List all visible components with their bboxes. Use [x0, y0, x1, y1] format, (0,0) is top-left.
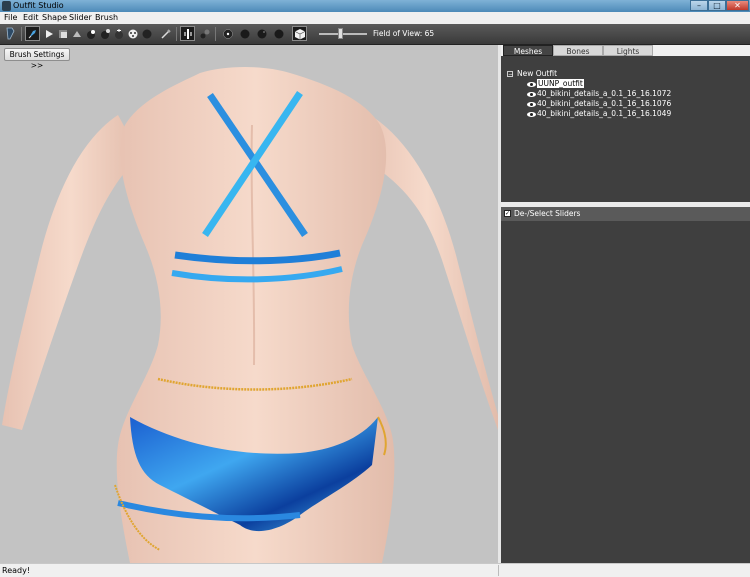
title-bar: Outfit Studio – □ ✕	[0, 0, 750, 12]
minimize-button[interactable]: –	[690, 0, 708, 11]
eye-icon[interactable]	[527, 111, 536, 117]
maximize-button[interactable]: □	[708, 0, 726, 11]
fov-slider-thumb[interactable]	[338, 28, 343, 39]
app-icon	[2, 1, 11, 11]
texture-icon[interactable]	[237, 26, 252, 41]
tree-expander[interactable]: −	[507, 71, 513, 78]
tree-item-mesh[interactable]: 40_bikini_details_a_0.1_16_16.1072	[527, 89, 671, 98]
window-title: Outfit Studio	[13, 1, 64, 10]
eye-icon[interactable]	[527, 81, 536, 87]
smooth-icon[interactable]	[41, 26, 56, 41]
3d-viewport[interactable]: Brush Settings >>	[0, 45, 498, 563]
eye-icon[interactable]	[527, 101, 536, 107]
transform-icon[interactable]	[158, 26, 173, 41]
shade-icon[interactable]	[271, 26, 286, 41]
alpha-icon[interactable]	[125, 26, 140, 41]
status-divider	[498, 565, 499, 576]
status-text: Ready!	[2, 566, 31, 575]
eye-icon[interactable]	[527, 91, 536, 97]
tree-root[interactable]: New Outfit	[517, 69, 557, 78]
select-icon[interactable]	[3, 26, 18, 41]
menu-file[interactable]: File	[4, 12, 17, 24]
mesh-tree[interactable]: − New Outfit UUNP_outfit 40_bikini_detai…	[501, 56, 750, 202]
mesh-label: 40_bikini_details_a_0.1_16_16.1076	[537, 99, 672, 108]
close-button[interactable]: ✕	[726, 0, 749, 11]
brush-settings-button[interactable]: Brush Settings >>	[4, 48, 70, 70]
sliders-header-label: De-/Select Sliders	[514, 209, 581, 218]
color-icon[interactable]	[111, 26, 126, 41]
wireframe-icon[interactable]	[197, 26, 212, 41]
panel-tabs: Meshes Bones Lights	[501, 45, 750, 56]
inflate-icon[interactable]	[55, 26, 70, 41]
tab-bones[interactable]: Bones	[553, 45, 603, 56]
menu-brush[interactable]: Brush	[95, 12, 118, 24]
tree-item-mesh[interactable]: 40_bikini_details_a_0.1_16_16.1076	[527, 99, 671, 108]
tree-item-mesh[interactable]: 40_bikini_details_a_0.1_16_16.1049	[527, 109, 671, 118]
tree-item-mesh[interactable]: UUNP_outfit	[527, 79, 584, 88]
fov-slider-track[interactable]	[319, 33, 367, 35]
mesh-label: 40_bikini_details_a_0.1_16_16.1072	[537, 89, 672, 98]
vertex-icon[interactable]	[254, 26, 269, 41]
mesh-label: UUNP_outfit	[537, 79, 584, 88]
sliders-list[interactable]	[501, 221, 750, 563]
pivot-icon[interactable]	[180, 26, 195, 41]
menu-shape[interactable]: Shape	[42, 12, 67, 24]
tab-lights[interactable]: Lights	[603, 45, 653, 56]
right-panel: Meshes Bones Lights − New Outfit UUNP_ou…	[501, 45, 750, 563]
character-model[interactable]	[0, 45, 498, 563]
weight-icon[interactable]	[97, 26, 112, 41]
select-sliders-checkbox[interactable]: ✓	[504, 210, 511, 217]
menu-slider[interactable]: Slider	[69, 12, 92, 24]
cube-view-icon[interactable]	[292, 26, 307, 41]
deflate-icon[interactable]	[69, 26, 84, 41]
lighting-icon[interactable]	[220, 26, 235, 41]
menu-edit[interactable]: Edit	[23, 12, 39, 24]
brush-icon[interactable]	[25, 26, 40, 41]
move-icon[interactable]	[83, 26, 98, 41]
status-bar: Ready!	[0, 563, 750, 577]
mesh-label: 40_bikini_details_a_0.1_16_16.1049	[537, 109, 672, 118]
fov-label: Field of View: 65	[373, 29, 435, 38]
sliders-header: ✓ De-/Select Sliders	[501, 207, 750, 221]
tab-meshes[interactable]: Meshes	[503, 45, 553, 56]
mirror-icon[interactable]	[139, 26, 154, 41]
